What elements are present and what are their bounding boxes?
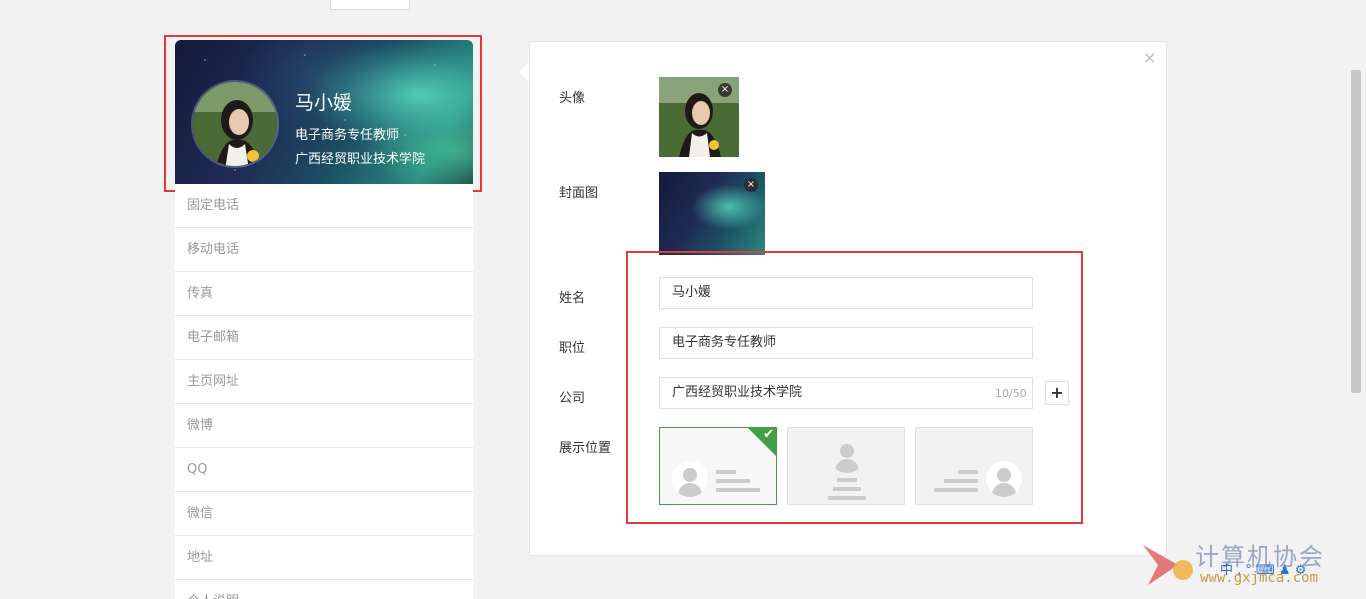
remove-avatar-icon[interactable]: × — [718, 83, 732, 97]
avatar-label: 头像 — [559, 91, 586, 106]
scrollbar[interactable] — [1351, 70, 1361, 393]
field-item-homepage[interactable]: 主页网址 — [175, 360, 473, 404]
position-label: 职位 — [559, 341, 586, 356]
watermark-logo-icon — [1143, 545, 1193, 585]
company-label: 公司 — [559, 391, 586, 406]
field-item-address[interactable]: 地址 — [175, 536, 473, 580]
field-item-wechat[interactable]: 微信 — [175, 492, 473, 536]
annotation-box-form — [626, 251, 1083, 524]
field-item-bio[interactable]: 个人说明 — [175, 580, 473, 599]
remove-cover-icon[interactable]: × — [744, 178, 758, 192]
name-label: 姓名 — [559, 291, 586, 306]
field-item-mobile[interactable]: 移动电话 — [175, 228, 473, 272]
annotation-box-card — [164, 35, 482, 192]
cover-label: 封面图 — [559, 186, 599, 201]
field-item-email[interactable]: 电子邮箱 — [175, 316, 473, 360]
top-tab[interactable] — [330, 0, 410, 10]
field-list: 固定电话 移动电话 传真 电子邮箱 主页网址 微博 QQ 微信 地址 个人说明 — [175, 184, 473, 599]
close-icon[interactable]: × — [1143, 50, 1156, 66]
field-item-fax[interactable]: 传真 — [175, 272, 473, 316]
panel-pointer — [519, 62, 529, 82]
display-position-label: 展示位置 — [559, 441, 612, 456]
field-item-weibo[interactable]: 微博 — [175, 404, 473, 448]
field-item-qq[interactable]: QQ — [175, 448, 473, 492]
watermark-url: www.gxjmca.com — [1200, 570, 1319, 586]
field-item-landline[interactable]: 固定电话 — [175, 184, 473, 228]
